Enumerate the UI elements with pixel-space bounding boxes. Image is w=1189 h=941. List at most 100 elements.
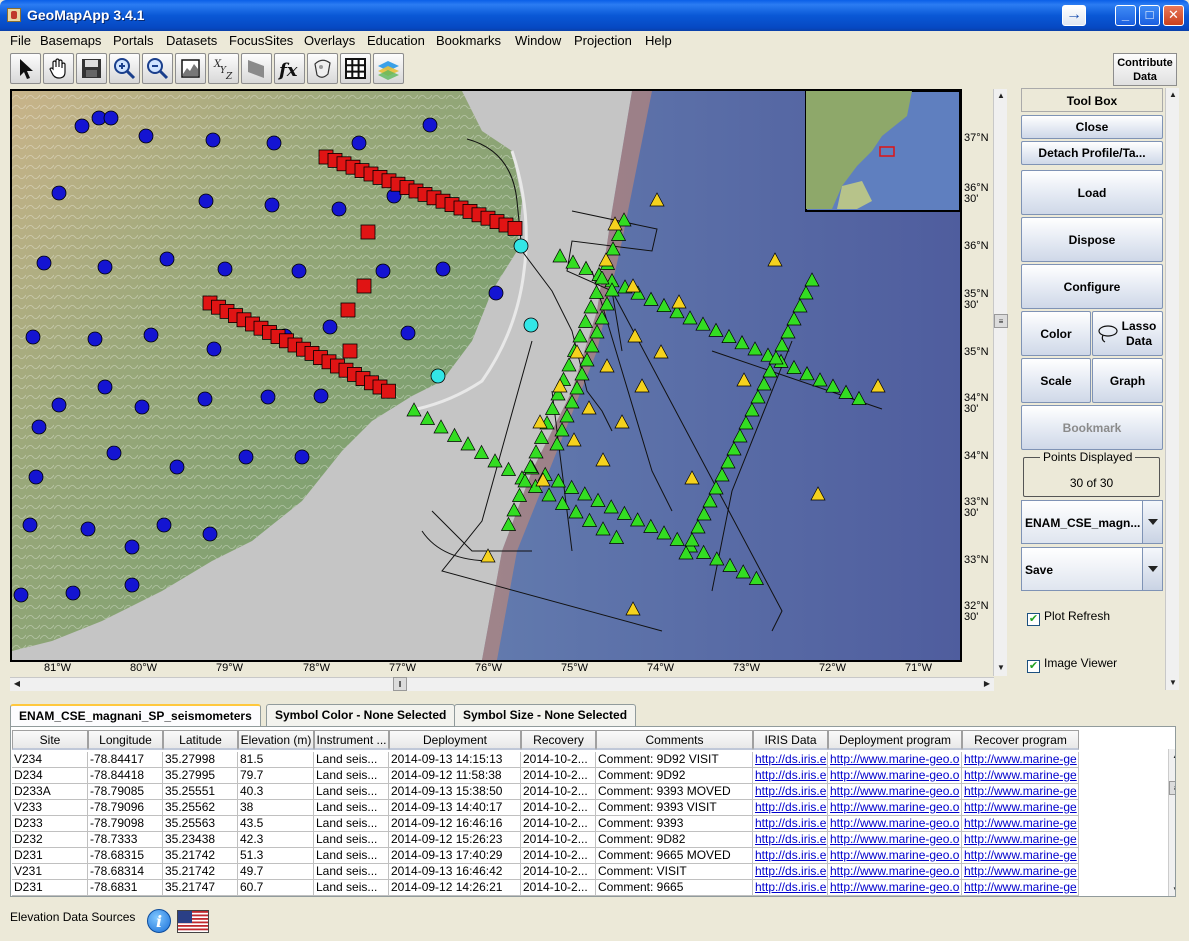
- table-link[interactable]: http://ds.iris.e: [753, 880, 828, 896]
- scale-button[interactable]: Scale: [1021, 358, 1091, 403]
- land-station-marker[interactable]: [51, 397, 67, 413]
- chart-frame-icon[interactable]: [175, 53, 206, 84]
- column-header[interactable]: Deployment program: [828, 730, 962, 750]
- scroll-down-icon[interactable]: ▼: [1166, 676, 1180, 690]
- land-station-marker[interactable]: [106, 445, 122, 461]
- tab-symbol-size[interactable]: Symbol Size - None Selected: [454, 704, 637, 726]
- us-flag-icon[interactable]: [177, 910, 209, 933]
- table-link[interactable]: http://www.marine-ge: [962, 784, 1079, 800]
- land-station-marker[interactable]: [65, 585, 81, 601]
- detach-profile-button[interactable]: Detach Profile/Ta...: [1021, 141, 1163, 165]
- scroll-thumb[interactable]: ‖: [393, 677, 407, 691]
- land-station-marker[interactable]: [87, 331, 103, 347]
- table-scrollbar[interactable]: ▲ ≡ ▼: [1168, 749, 1175, 896]
- zoom-out-icon[interactable]: [142, 53, 173, 84]
- maximize-button[interactable]: □: [1139, 5, 1160, 26]
- table-link[interactable]: http://ds.iris.e: [753, 816, 828, 832]
- land-station-marker[interactable]: [322, 319, 338, 335]
- menu-projection[interactable]: Projection: [574, 33, 632, 48]
- land-station-marker[interactable]: [103, 110, 119, 126]
- land-station-square[interactable]: [360, 224, 376, 240]
- column-header[interactable]: Recover program: [962, 730, 1079, 750]
- land-station-marker[interactable]: [36, 255, 52, 271]
- scroll-up-icon[interactable]: ▲: [1169, 749, 1175, 763]
- table-link[interactable]: http://www.marine-geo.o: [828, 880, 962, 896]
- table-link[interactable]: http://www.marine-geo.o: [828, 832, 962, 848]
- land-station-marker[interactable]: [238, 449, 254, 465]
- table-link[interactable]: http://www.marine-geo.o: [828, 784, 962, 800]
- column-header[interactable]: Latitude: [163, 730, 238, 750]
- land-station-marker[interactable]: [435, 261, 451, 277]
- arrow-right-icon[interactable]: →: [1062, 5, 1086, 26]
- scroll-down-icon[interactable]: ▼: [1169, 883, 1175, 896]
- table-link[interactable]: http://www.marine-geo.o: [828, 816, 962, 832]
- table-link[interactable]: http://www.marine-ge: [962, 864, 1079, 880]
- table-link[interactable]: http://www.marine-ge: [962, 816, 1079, 832]
- land-station-marker[interactable]: [488, 285, 504, 301]
- menu-focussites[interactable]: FocusSites: [229, 33, 293, 48]
- land-station-marker[interactable]: [266, 135, 282, 151]
- chevron-down-icon[interactable]: [1142, 501, 1162, 543]
- land-station-marker[interactable]: [217, 261, 233, 277]
- table-link[interactable]: http://www.marine-ge: [962, 880, 1079, 896]
- info-icon[interactable]: i: [147, 909, 171, 933]
- menu-bookmarks[interactable]: Bookmarks: [436, 33, 501, 48]
- land-station-marker[interactable]: [206, 341, 222, 357]
- land-station-marker[interactable]: [134, 399, 150, 415]
- land-station-marker[interactable]: [97, 379, 113, 395]
- column-header[interactable]: Instrument ...: [314, 730, 389, 750]
- scroll-up-icon[interactable]: ▲: [1166, 88, 1180, 102]
- table-link[interactable]: http://ds.iris.e: [753, 752, 828, 768]
- menu-datasets[interactable]: Datasets: [166, 33, 217, 48]
- grid-icon[interactable]: [340, 53, 371, 84]
- table-link[interactable]: http://ds.iris.e: [753, 832, 828, 848]
- land-station-marker[interactable]: [124, 539, 140, 555]
- lasso-data-button[interactable]: Lasso Data: [1092, 311, 1163, 356]
- land-station-marker[interactable]: [264, 197, 280, 213]
- land-station-square[interactable]: [340, 302, 356, 318]
- scroll-left-icon[interactable]: ◀: [10, 677, 24, 691]
- land-station-marker[interactable]: [13, 587, 29, 603]
- layers-icon[interactable]: [373, 53, 404, 84]
- land-station-marker[interactable]: [375, 263, 391, 279]
- menu-overlays[interactable]: Overlays: [304, 33, 355, 48]
- coastal-station-marker[interactable]: [523, 317, 539, 333]
- select-arrow-icon[interactable]: [10, 53, 41, 84]
- table-link[interactable]: http://www.marine-geo.o: [828, 864, 962, 880]
- chevron-down-icon[interactable]: [1142, 548, 1162, 590]
- land-station-marker[interactable]: [351, 135, 367, 151]
- function-icon[interactable]: fx: [274, 53, 305, 84]
- land-station-square[interactable]: [356, 278, 372, 294]
- land-station-square[interactable]: [342, 343, 358, 359]
- contribute-data-button[interactable]: Contribute Data: [1113, 53, 1177, 86]
- land-station-marker[interactable]: [169, 459, 185, 475]
- column-header[interactable]: Elevation (m): [238, 730, 314, 750]
- table-link[interactable]: http://ds.iris.e: [753, 768, 828, 784]
- column-header[interactable]: IRIS Data: [753, 730, 828, 750]
- map-vertical-scrollbar[interactable]: ▲ ≡ ▼: [993, 89, 1008, 676]
- column-header[interactable]: Recovery: [521, 730, 596, 750]
- table-link[interactable]: http://www.marine-ge: [962, 800, 1079, 816]
- land-station-marker[interactable]: [205, 132, 221, 148]
- zoom-in-icon[interactable]: [109, 53, 140, 84]
- palette-icon[interactable]: [307, 53, 338, 84]
- xyz-icon[interactable]: XYZ: [208, 53, 239, 84]
- tab-symbol-color[interactable]: Symbol Color - None Selected: [266, 704, 456, 726]
- pan-hand-icon[interactable]: [43, 53, 74, 84]
- land-station-marker[interactable]: [260, 389, 276, 405]
- land-station-marker[interactable]: [51, 185, 67, 201]
- land-station-marker[interactable]: [159, 251, 175, 267]
- land-station-marker[interactable]: [25, 329, 41, 345]
- menu-portals[interactable]: Portals: [113, 33, 153, 48]
- menu-help[interactable]: Help: [645, 33, 672, 48]
- land-station-marker[interactable]: [74, 118, 90, 134]
- inset-overview-map[interactable]: [805, 91, 960, 212]
- load-button[interactable]: Load: [1021, 170, 1163, 215]
- land-station-marker[interactable]: [400, 325, 416, 341]
- land-station-marker[interactable]: [294, 449, 310, 465]
- scroll-thumb[interactable]: ≡: [1169, 781, 1175, 795]
- land-station-marker[interactable]: [124, 577, 140, 593]
- land-station-marker[interactable]: [143, 327, 159, 343]
- table-link[interactable]: http://ds.iris.e: [753, 848, 828, 864]
- land-station-square[interactable]: [507, 220, 523, 236]
